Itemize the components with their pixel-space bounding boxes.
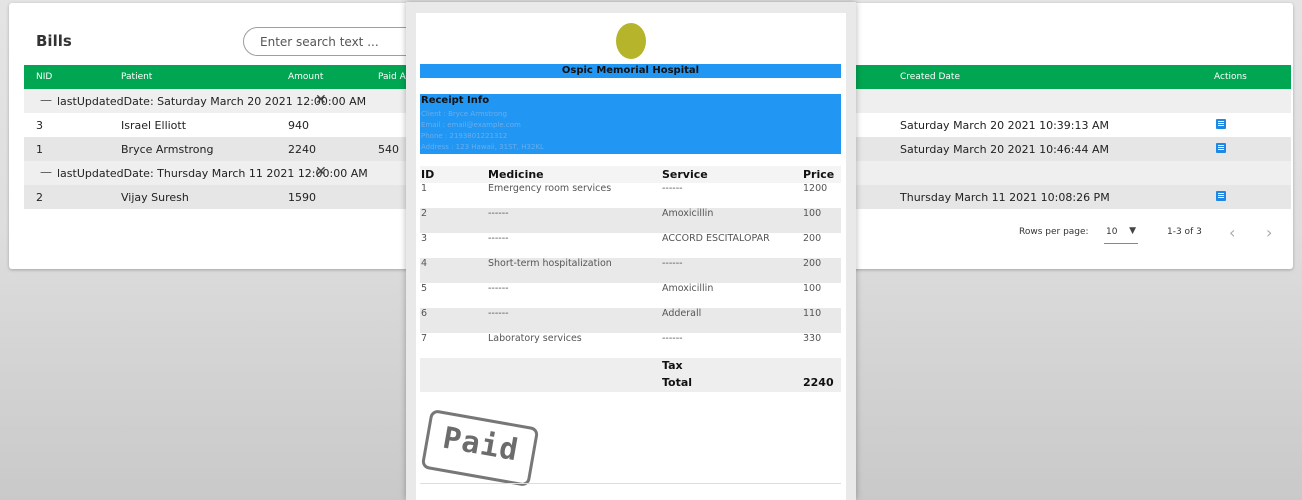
receipt-row: 4 Short-term hospitalization ------ 200 <box>420 258 841 283</box>
receipt-cell-price: 330 <box>803 333 822 344</box>
receipt-cell-service: ------ <box>662 333 683 344</box>
receipt-cell-id: 3 <box>421 233 428 244</box>
close-icon[interactable]: ✕ <box>315 92 327 108</box>
page-title: Bills <box>36 32 72 50</box>
cell-amount: 1590 <box>288 191 316 204</box>
email-line: Email : email@example.com <box>421 121 521 129</box>
receipt-cell-id: 4 <box>421 258 428 269</box>
receipt-cell-price: 100 <box>803 208 822 219</box>
receipt-modal: Ospic Memorial Hospital Receipt Info Cli… <box>406 2 856 500</box>
column-header-created-date[interactable]: Created Date <box>900 72 960 82</box>
cell-created: Thursday March 11 2021 10:08:26 PM <box>900 191 1110 204</box>
receipt-col-medicine: Medicine <box>488 168 544 181</box>
pagination-range: 1-3 of 3 <box>1167 227 1202 237</box>
receipt-cell-id: 6 <box>421 308 428 319</box>
receipt-col-price: Price <box>803 168 835 181</box>
tax-label: Tax <box>662 359 683 372</box>
cell-amount: 940 <box>288 119 309 132</box>
cell-patient: Vijay Suresh <box>121 191 189 204</box>
cell-patient: Bryce Armstrong <box>121 143 214 156</box>
client-line: Client : Bryce Armstrong <box>421 110 507 118</box>
receipt-cell-service: ACCORD ESCITALOPAR <box>662 233 770 244</box>
receipt-cell-id: 7 <box>421 333 428 344</box>
paid-stamp: Paid <box>420 408 540 488</box>
chevron-down-icon: ▼ <box>1129 226 1136 236</box>
receipt-cell-price: 200 <box>803 258 822 269</box>
collapse-icon[interactable]: — <box>40 93 52 107</box>
column-header-nid[interactable]: NID <box>36 72 52 82</box>
receipt-cell-service: Amoxicillin <box>662 208 714 219</box>
receipt-cell-medicine: Short-term hospitalization <box>488 258 612 269</box>
receipt-row: 7 Laboratory services ------ 330 <box>420 333 841 358</box>
cell-created: Saturday March 20 2021 10:46:44 AM <box>900 143 1109 156</box>
total-label: Total <box>662 376 693 389</box>
receipt-cell-price: 110 <box>803 308 822 319</box>
receipt-row: 1 Emergency room services ------ 1200 <box>420 183 841 208</box>
receipt-cell-service: Amoxicillin <box>662 283 714 294</box>
receipt-cell-service: ------ <box>662 258 683 269</box>
receipt-cell-id: 5 <box>421 283 428 294</box>
cell-patient: Israel Elliott <box>121 119 187 132</box>
collapse-icon[interactable]: — <box>40 165 52 179</box>
cell-paid: 540 <box>378 143 399 156</box>
receipt-row: 2 ------ Amoxicillin 100 <box>420 208 841 233</box>
receipt-cell-id: 2 <box>421 208 428 219</box>
cell-created: Saturday March 20 2021 10:39:13 AM <box>900 119 1109 132</box>
cell-nid: 3 <box>36 119 43 132</box>
address-line: Address : 123 Hawaii, 31ST, H32KL <box>421 143 544 151</box>
receipt-row: 5 ------ Amoxicillin 100 <box>420 283 841 308</box>
rows-per-page-label: Rows per page: <box>1019 227 1089 237</box>
column-header-amount[interactable]: Amount <box>288 72 323 82</box>
total-value: 2240 <box>803 376 834 389</box>
hospital-logo <box>616 23 646 59</box>
receipt-info-box: Receipt Info Client : Bryce Armstrong Em… <box>420 94 841 154</box>
receipt-col-service: Service <box>662 168 708 181</box>
phone-line: Phone : 2193801221312 <box>421 132 508 140</box>
close-icon[interactable]: ✕ <box>315 164 327 180</box>
view-receipt-icon[interactable] <box>1216 191 1226 201</box>
cell-amount: 2240 <box>288 143 316 156</box>
receipt-totals: Tax Total 2240 <box>420 358 841 392</box>
rows-per-page-select[interactable]: 10 ▼ <box>1104 223 1138 244</box>
view-receipt-icon[interactable] <box>1216 119 1226 129</box>
paid-stamp-text: Paid <box>440 420 522 469</box>
receipt-cell-price: 200 <box>803 233 822 244</box>
receipt-cell-service: ------ <box>662 183 683 194</box>
view-receipt-icon[interactable] <box>1216 143 1226 153</box>
receipt-cell-medicine: ------ <box>488 283 509 294</box>
receipt-col-id: ID <box>421 168 435 181</box>
hospital-name: Ospic Memorial Hospital <box>420 64 841 78</box>
column-header-patient[interactable]: Patient <box>121 72 152 82</box>
receipt-row: 3 ------ ACCORD ESCITALOPAR 200 <box>420 233 841 258</box>
receipt-cell-price: 1200 <box>803 183 828 194</box>
cell-nid: 1 <box>36 143 43 156</box>
column-header-actions: Actions <box>1214 72 1247 82</box>
chevron-right-icon[interactable]: › <box>1266 223 1272 242</box>
receipt-cell-medicine: Laboratory services <box>488 333 582 344</box>
receipt-info-title: Receipt Info <box>421 95 490 106</box>
cell-nid: 2 <box>36 191 43 204</box>
receipt-cell-medicine: ------ <box>488 308 509 319</box>
receipt-cell-price: 100 <box>803 283 822 294</box>
receipt-row: 6 ------ Adderall 110 <box>420 308 841 333</box>
receipt-table-header: ID Medicine Service Price <box>420 166 841 183</box>
rows-per-page-value: 10 <box>1106 227 1118 237</box>
receipt-paper: Ospic Memorial Hospital Receipt Info Cli… <box>416 13 846 500</box>
receipt-cell-medicine: Emergency room services <box>488 183 612 194</box>
divider <box>420 483 841 484</box>
receipt-cell-id: 1 <box>421 183 428 194</box>
receipt-cell-medicine: ------ <box>488 233 509 244</box>
chevron-left-icon[interactable]: ‹ <box>1229 223 1235 242</box>
receipt-cell-service: Adderall <box>662 308 702 319</box>
receipt-cell-medicine: ------ <box>488 208 509 219</box>
